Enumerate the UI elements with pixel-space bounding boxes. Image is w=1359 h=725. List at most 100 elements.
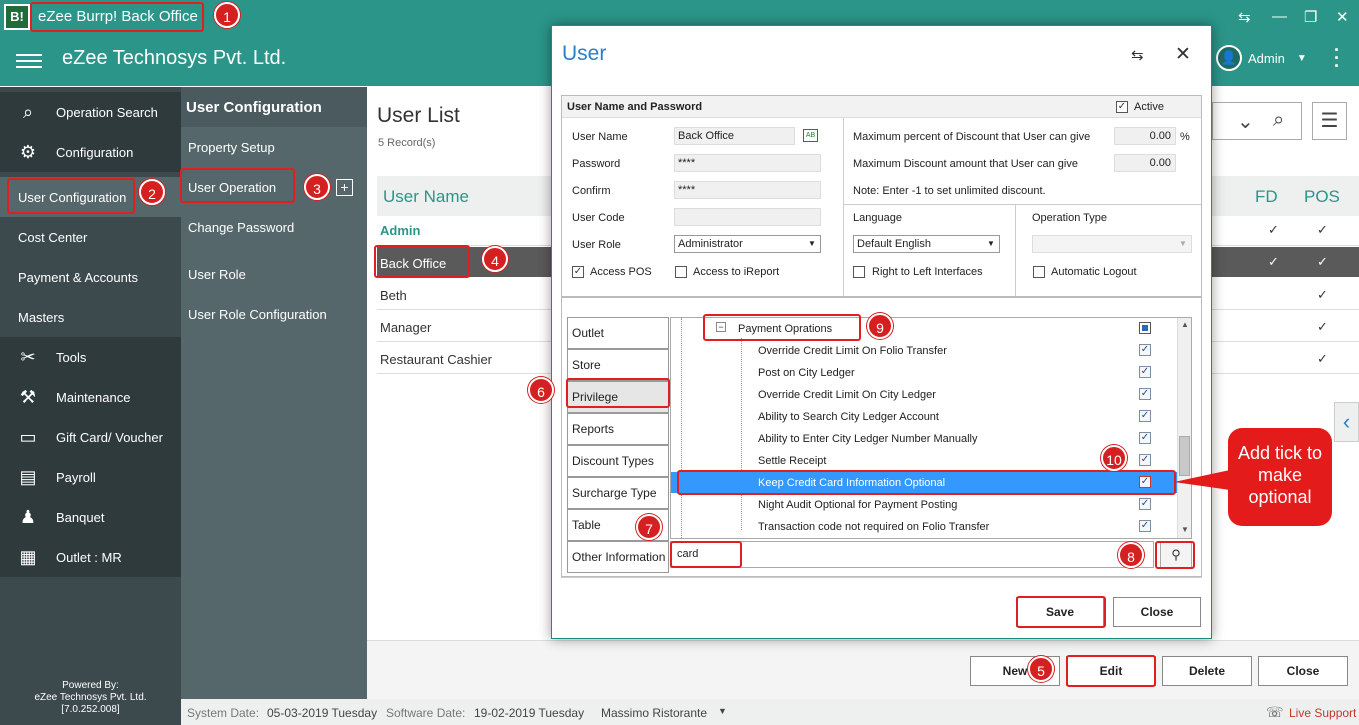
support-icon: ☏ — [1266, 704, 1284, 720]
tree-item[interactable]: Ability to Enter City Ledger Number Manu… — [758, 433, 977, 445]
column-user-name[interactable]: User Name — [383, 187, 469, 207]
sidebar-item-configuration[interactable]: ⚙ Configuration — [0, 132, 181, 172]
tree-item[interactable]: Post on City Ledger — [758, 367, 855, 379]
tree-checkbox[interactable]: ✓ — [1139, 432, 1151, 444]
collapse-panel-icon[interactable]: ‹ — [1334, 402, 1359, 442]
highlight-box — [180, 168, 295, 203]
column-pos[interactable]: POS — [1304, 187, 1340, 207]
sidebar-item-masters[interactable]: Masters — [0, 297, 181, 337]
tab-discount-types[interactable]: Discount Types — [567, 445, 669, 477]
rtl-checkbox[interactable] — [853, 266, 865, 278]
status-bar: System Date: 05-03-2019 Tuesday Software… — [181, 699, 1359, 725]
sidebar-item-banquet[interactable]: ♟ Banquet — [0, 497, 181, 537]
tools-icon: ✂ — [20, 347, 36, 367]
sidebar-item-tools[interactable]: ✂ Tools — [0, 337, 181, 377]
user-name-field[interactable]: Back Office — [674, 127, 795, 145]
step-badge: 2 — [139, 179, 165, 205]
tab-outlet[interactable]: Outlet — [567, 317, 669, 349]
menu-icon[interactable] — [16, 50, 42, 70]
outlet-selector[interactable]: Massimo Ristorante — [601, 706, 707, 720]
step-badge: 7 — [636, 514, 662, 540]
outlet-icon: ▦ — [19, 547, 37, 567]
tree-checkbox[interactable]: ✓ — [1139, 388, 1151, 400]
active-label: Active — [1134, 101, 1164, 113]
highlight-box — [7, 178, 135, 214]
sidebar-item-gift-card[interactable]: ▭ Gift Card/ Voucher — [0, 417, 181, 457]
chevron-down-icon[interactable]: ⌄ — [1237, 109, 1254, 134]
expand-icon[interactable]: + — [336, 179, 353, 196]
tree-checkbox[interactable]: ✓ — [1139, 344, 1151, 356]
user-code-field[interactable] — [674, 208, 821, 226]
max-percent-field[interactable]: 0.00 — [1114, 127, 1176, 145]
translate-icon[interactable]: ⇆ — [1131, 46, 1144, 64]
minimize-icon[interactable]: — — [1272, 8, 1287, 25]
user-name-label: User Name — [572, 131, 628, 143]
tree-checkbox[interactable]: ✓ — [1139, 454, 1151, 466]
user-menu[interactable]: 👤 Admin ▼ — [1216, 44, 1307, 72]
tree-checkbox[interactable]: ✓ — [1139, 520, 1151, 532]
delete-button[interactable]: Delete — [1162, 656, 1252, 686]
operation-type-select[interactable]: ▼ — [1032, 235, 1192, 253]
live-support-link[interactable]: Live Support — [1289, 706, 1356, 720]
scrollbar[interactable]: ▲ ▼ — [1177, 318, 1191, 538]
tree-item[interactable]: Settle Receipt — [758, 455, 826, 467]
submenu-item-change-password[interactable]: Change Password — [188, 220, 294, 235]
step-badge: 9 — [867, 313, 893, 339]
tree-item[interactable]: Night Audit Optional for Payment Posting — [758, 499, 957, 511]
tab-other-information[interactable]: Other Information — [567, 541, 669, 573]
access-ireport-checkbox[interactable] — [675, 266, 687, 278]
column-fd[interactable]: FD — [1255, 187, 1278, 207]
more-options-icon[interactable]: · · · — [1334, 41, 1340, 75]
tab-store[interactable]: Store — [567, 349, 669, 381]
dialog-close-button[interactable]: Close — [1113, 597, 1201, 627]
tree-item[interactable]: Override Credit Limit On City Ledger — [758, 389, 936, 401]
tree-item[interactable]: Override Credit Limit On Folio Transfer — [758, 345, 947, 357]
window-close-icon[interactable]: ✕ — [1336, 8, 1349, 26]
access-pos-label: Access POS — [590, 266, 652, 278]
access-pos-checkbox[interactable]: ✓ — [572, 266, 584, 278]
highlight-box — [703, 314, 861, 341]
auto-logout-checkbox[interactable] — [1033, 266, 1045, 278]
active-checkbox[interactable]: ✓ — [1116, 101, 1128, 113]
close-button[interactable]: Close — [1258, 656, 1348, 686]
sidebar-item-maintenance[interactable]: ⚒ Maintenance — [0, 377, 181, 417]
tree-checkbox-partial[interactable] — [1139, 322, 1151, 334]
step-badge: 5 — [1028, 656, 1054, 682]
sidebar-item-operation-search[interactable]: ⌕ Operation Search — [0, 92, 181, 132]
max-amount-field[interactable]: 0.00 — [1114, 154, 1176, 172]
dialog-close-icon[interactable]: ✕ — [1175, 43, 1191, 66]
tree-item[interactable]: Transaction code not required on Folio T… — [758, 521, 989, 533]
sidebar-item-payment-accounts[interactable]: Payment & Accounts — [0, 257, 181, 297]
tree-checkbox[interactable]: ✓ — [1139, 498, 1151, 510]
search-box[interactable]: ⌄ ⌕ — [1212, 102, 1302, 140]
language-select[interactable]: Default English ▼ — [853, 235, 1000, 253]
password-field[interactable]: **** — [674, 154, 821, 172]
user-role-select[interactable]: Administrator ▼ — [674, 235, 821, 253]
keyboard-icon[interactable]: AB — [803, 129, 818, 142]
step-badge: 8 — [1118, 542, 1144, 568]
highlight-box — [670, 541, 742, 568]
tab-reports[interactable]: Reports — [567, 413, 669, 445]
tree-checkbox[interactable]: ✓ — [1139, 366, 1151, 378]
list-view-icon[interactable]: ☰ — [1312, 102, 1347, 140]
tree-item[interactable]: Ability to Search City Ledger Account — [758, 411, 939, 423]
tab-surcharge-type[interactable]: Surcharge Type — [567, 477, 669, 509]
restore-icon[interactable]: ❐ — [1304, 8, 1317, 26]
password-label: Password — [572, 158, 621, 170]
submenu-item-user-role-configuration[interactable]: User Role Configuration — [188, 307, 327, 322]
chevron-down-icon[interactable]: ▼ — [718, 706, 727, 716]
step-badge: 6 — [528, 377, 554, 403]
sidebar-item-cost-center[interactable]: Cost Center — [0, 217, 181, 257]
search-icon[interactable]: ⌕ — [1273, 109, 1284, 132]
tree-checkbox[interactable]: ✓ — [1139, 410, 1151, 422]
translate-icon[interactable]: ⇆ — [1238, 8, 1251, 26]
sidebar-item-outlet[interactable]: ▦ Outlet : MR — [0, 537, 181, 577]
step-badge: 10 — [1101, 445, 1127, 471]
submenu-item-property-setup[interactable]: Property Setup — [188, 140, 275, 155]
sidebar-item-payroll[interactable]: ▤ Payroll — [0, 457, 181, 497]
privilege-search-input[interactable]: card — [670, 541, 1154, 568]
chevron-down-icon: ▼ — [987, 239, 995, 248]
submenu-item-user-role[interactable]: User Role — [188, 267, 246, 282]
confirm-password-field[interactable]: **** — [674, 181, 821, 199]
operation-type-label: Operation Type — [1032, 212, 1108, 224]
